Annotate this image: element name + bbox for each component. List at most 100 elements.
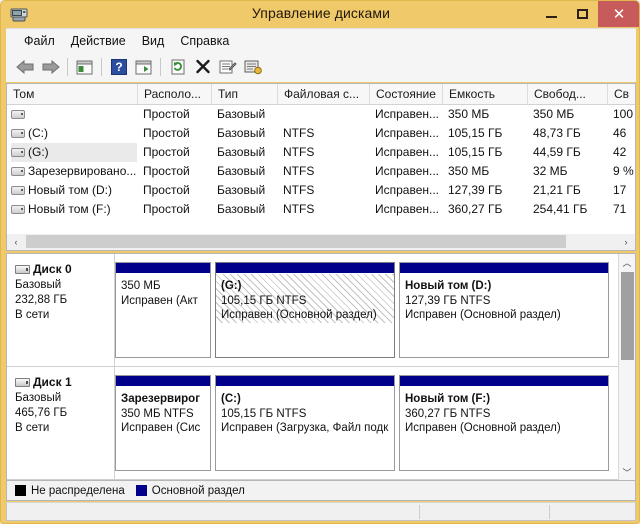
partition-status: Исправен (Загрузка, Файл подк	[221, 422, 389, 434]
partition-body: (C:) 105,15 ГБ NTFS Исправен (Загрузка, Фа…	[216, 387, 394, 436]
minimize-button[interactable]	[536, 1, 567, 27]
partition-block[interactable]: 350 МБ Исправен (Акт	[115, 262, 211, 358]
close-icon: ✕	[612, 5, 626, 23]
cell-volume: (G:)	[11, 143, 137, 162]
partition-block[interactable]: Новый том (F:) 360,27 ГБ NTFS Исправен (Ос…	[399, 375, 609, 471]
vscroll-thumb[interactable]	[621, 272, 634, 360]
cell-layout: Простой	[143, 164, 190, 178]
column-header[interactable]: Свобод...	[527, 84, 607, 104]
column-header[interactable]: Емкость	[442, 84, 527, 104]
menu-item-file[interactable]: Файл	[16, 31, 63, 51]
cell-volume: (C:)	[11, 124, 137, 143]
graph-vscrollbar[interactable]: ︿ ﹀	[618, 254, 635, 480]
volume-label: (G:)	[28, 145, 49, 159]
cell-volume: Зарезервировано...	[11, 162, 137, 181]
table-row[interactable]: Новый том (D:) Простой Базовый NTFS Исправен…	[7, 181, 635, 200]
table-row[interactable]: Зарезервировано... Простой Базовый NTFS Испр…	[7, 162, 635, 181]
partition-color-band	[216, 263, 394, 274]
column-header[interactable]: Св	[607, 84, 635, 104]
volume-list-rows: Простой Базовый Исправен... 350 МБ 350 МБ 100…	[7, 105, 635, 219]
vscroll-down-arrow-icon[interactable]: ﹀	[619, 464, 635, 480]
disk-type: Базовый	[15, 279, 62, 291]
volume-icon	[11, 110, 25, 120]
graphical-disk-view[interactable]: Диск 0 Базовый 232,88 ГБ В сети 350 МБ Исправ…	[6, 253, 636, 481]
volume-list-hscrollbar[interactable]: ‹ ›	[6, 234, 636, 251]
menu-item-view[interactable]: Вид	[134, 31, 173, 51]
partition-block[interactable]: Новый том (D:) 127,39 ГБ NTFS Исправен (Ос…	[399, 262, 609, 358]
volume-icon	[11, 129, 25, 139]
disk-size: 465,76 ГБ	[15, 407, 68, 419]
column-header[interactable]: Располо...	[137, 84, 211, 104]
cell-percent: 46	[613, 126, 627, 140]
menu-item-help[interactable]: Справка	[172, 31, 237, 51]
partition-color-band	[216, 376, 394, 387]
show-hide-pane-icon[interactable]	[131, 55, 156, 79]
volume-list[interactable]: Том Располо... Тип Файловая с... Состояние Ем…	[6, 83, 636, 246]
column-header[interactable]: Том	[7, 84, 137, 104]
vscroll-up-arrow-icon[interactable]: ︿	[619, 254, 635, 270]
cell-fs	[283, 105, 371, 124]
help-icon[interactable]: ?	[106, 55, 131, 79]
disk-block[interactable]: Диск 1 Базовый 465,76 ГБ В сети Зарезервирог…	[7, 367, 619, 480]
legend-label-primary-partition: Основной раздел	[151, 484, 245, 497]
disk-block[interactable]: Диск 0 Базовый 232,88 ГБ В сети 350 МБ Исправ…	[7, 254, 619, 367]
partition-body: Зарезервирог 350 МБ NTFS Исправен (Сис	[116, 387, 210, 436]
hscroll-left-arrow-icon[interactable]: ‹	[8, 234, 24, 249]
volume-icon	[11, 167, 25, 177]
menu-item-action[interactable]: Действие	[63, 31, 134, 51]
table-row[interactable]: (G:) Простой Базовый NTFS Исправен... 105,15 …	[7, 143, 635, 162]
partition-name: (C:)	[221, 393, 241, 405]
refresh-icon[interactable]	[165, 55, 190, 79]
volume-label: Зарезервировано...	[28, 164, 137, 178]
table-row[interactable]: Новый том (F:) Простой Базовый NTFS Исправен…	[7, 200, 635, 219]
delete-icon[interactable]	[190, 55, 215, 79]
disk-name: Диск 1	[33, 375, 72, 389]
cell-type: Базовый	[217, 145, 266, 159]
back-icon[interactable]	[13, 55, 38, 79]
forward-icon[interactable]	[38, 55, 63, 79]
partition-status: Исправен (Акт	[121, 294, 198, 307]
title-bar[interactable]: Управление дисками ✕	[1, 1, 639, 28]
volume-list-header: Том Располо... Тип Файловая с... Состояние Ем…	[7, 84, 635, 105]
partition-size: 105,15 ГБ NTFS	[221, 407, 307, 420]
cell-fs: NTFS	[283, 183, 315, 197]
cell-layout: Простой	[143, 145, 190, 159]
up-folder-icon[interactable]	[72, 55, 97, 79]
volume-label: Новый том (D:)	[28, 183, 112, 197]
cell-status: Исправен...	[375, 126, 440, 140]
hscroll-thumb[interactable]	[26, 235, 566, 248]
partition-color-band	[400, 376, 608, 387]
table-row[interactable]: (C:) Простой Базовый NTFS Исправен... 105,15 …	[7, 124, 635, 143]
disk-info-pane[interactable]: Диск 1 Базовый 465,76 ГБ В сети	[7, 367, 115, 479]
column-header[interactable]: Файловая с...	[277, 84, 369, 104]
cell-fs: NTFS	[283, 164, 315, 178]
cell-capacity: 105,15 ГБ	[448, 145, 503, 159]
cell-capacity: 127,39 ГБ	[448, 183, 503, 197]
maximize-button[interactable]	[567, 1, 598, 27]
cell-type: Базовый	[217, 183, 266, 197]
maximize-icon	[577, 9, 588, 19]
toolbar-separator	[67, 58, 68, 76]
partition-block[interactable]: (G:) 105,15 ГБ NTFS Исправен (Основной раз…	[215, 262, 395, 358]
cell-capacity: 350 МБ	[448, 164, 490, 178]
disk-info-pane[interactable]: Диск 0 Базовый 232,88 ГБ В сети	[7, 254, 115, 366]
cell-volume	[11, 105, 137, 124]
column-header[interactable]: Тип	[211, 84, 277, 104]
partition-block[interactable]: (C:) 105,15 ГБ NTFS Исправен (Загрузка, Фа…	[215, 375, 395, 471]
partition-size: 105,15 ГБ NTFS	[221, 294, 307, 307]
partition-body: 350 МБ Исправен (Акт	[116, 274, 210, 308]
close-button[interactable]: ✕	[598, 1, 639, 27]
column-header[interactable]: Состояние	[369, 84, 442, 104]
properties-icon[interactable]	[215, 55, 240, 79]
toolbar-separator	[101, 58, 102, 76]
hscroll-right-arrow-icon[interactable]: ›	[618, 234, 634, 249]
cell-status: Исправен...	[375, 107, 440, 121]
partition-block[interactable]: Зарезервирог 350 МБ NTFS Исправен (Сис	[115, 375, 211, 471]
table-row[interactable]: Простой Базовый Исправен... 350 МБ 350 МБ 100	[7, 105, 635, 124]
rescan-disks-icon[interactable]	[240, 55, 265, 79]
cell-type: Базовый	[217, 164, 266, 178]
disk-state: В сети	[15, 422, 50, 434]
cell-fs: NTFS	[283, 145, 315, 159]
cell-capacity: 350 МБ	[448, 107, 490, 121]
partition-name: Новый том (F:)	[405, 393, 491, 405]
